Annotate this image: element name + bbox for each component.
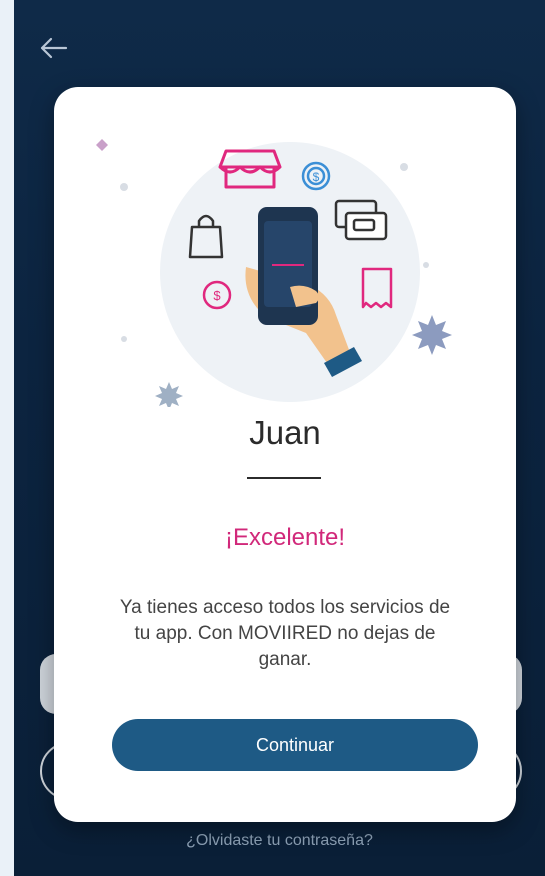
arrow-left-icon[interactable] [36,30,72,66]
success-title: ¡Excelente! [224,524,346,551]
dollar-coin-icon: $ [301,161,331,191]
app-screen: ¿Olvidaste tu contraseña? $ $ Juan ¡Exce… [14,0,545,876]
sparkle-icon [96,139,108,151]
svg-text:$: $ [213,288,221,303]
forgot-password-link[interactable]: ¿Olvidaste tu contraseña? [14,832,545,850]
payment-illustration: $ $ [96,139,452,407]
divider [247,477,321,479]
sparkle-icon [412,315,452,355]
continue-button[interactable]: Continuar [112,719,478,771]
svg-text:$: $ [313,170,320,184]
user-name: Juan [249,414,321,451]
success-modal: $ $ Juan ¡Excelente! Ya tienes acceso to… [54,87,516,822]
success-message: Ya tienes acceso todos los servicios de … [119,597,451,670]
sparkle-icon [155,382,183,407]
